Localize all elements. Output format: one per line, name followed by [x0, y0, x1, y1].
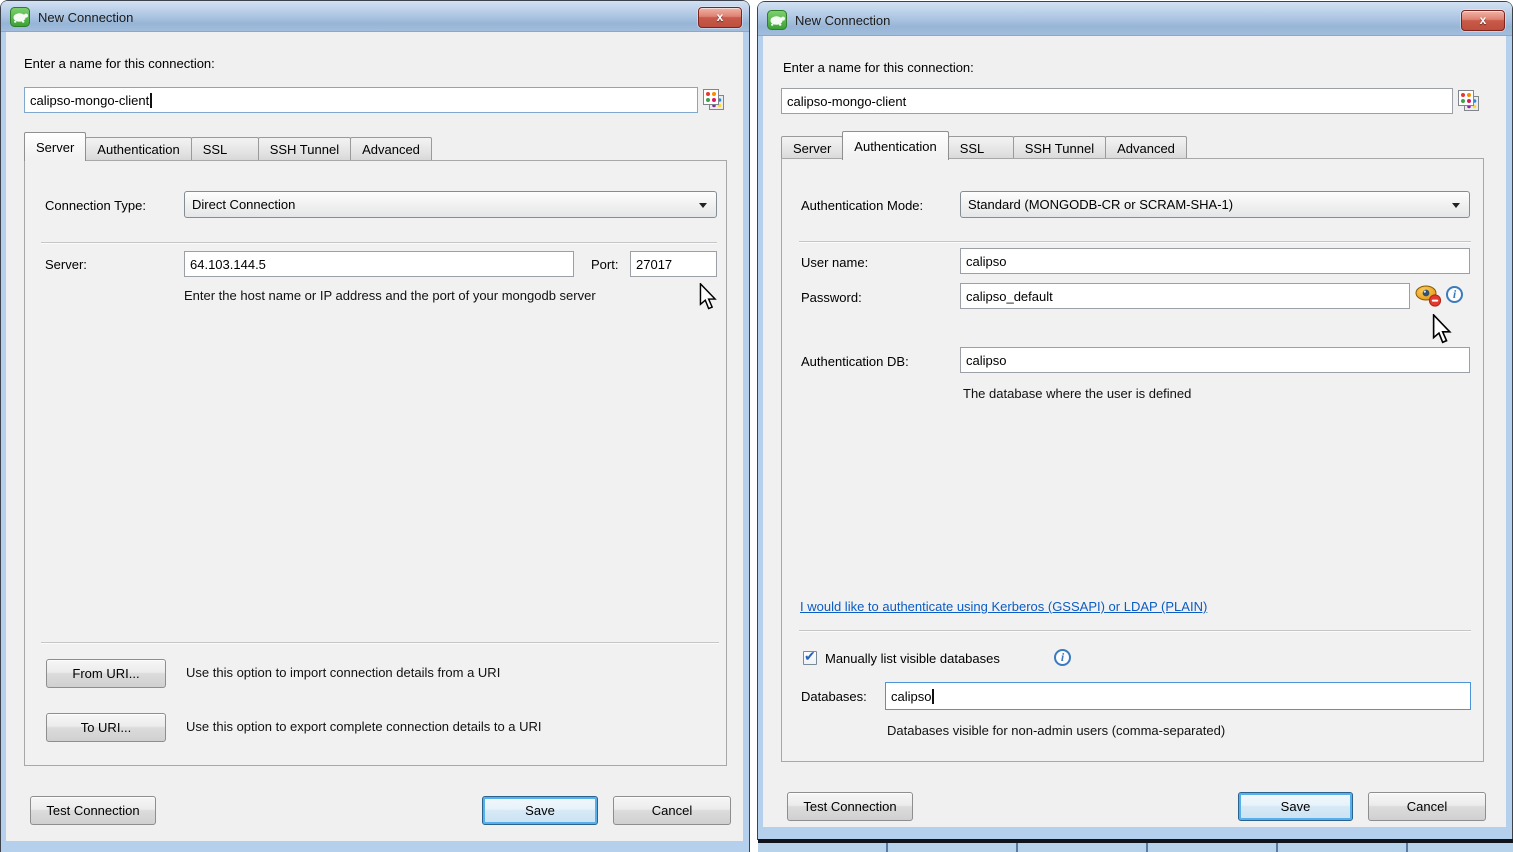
window-title: New Connection [795, 13, 890, 28]
connection-name-label: Enter a name for this connection: [783, 60, 974, 75]
port-label: Port: [591, 257, 618, 272]
mouse-pointer-icon [1432, 314, 1453, 345]
username-input[interactable] [960, 248, 1470, 274]
tab-authentication[interactable]: Authentication [842, 131, 948, 160]
port-input[interactable] [630, 251, 717, 277]
dialog-body: Enter a name for this connection: calips… [6, 32, 743, 841]
section-divider [799, 241, 1471, 242]
chevron-down-icon [1452, 203, 1460, 208]
section-divider [799, 630, 1471, 631]
from-uri-help-text: Use this option to import connection det… [186, 665, 500, 680]
tab-authentication[interactable]: Authentication [85, 137, 191, 160]
new-connection-dialog-server: New Connection x Enter a name for this c… [1, 1, 749, 852]
background-table-columns [758, 843, 1513, 852]
close-icon[interactable]: x [1461, 10, 1505, 31]
cancel-button[interactable]: Cancel [613, 796, 731, 825]
checkmark-icon: ✔ [804, 648, 816, 665]
section-divider [41, 242, 717, 243]
background-window-strip [758, 839, 1513, 852]
robomongo-turtle-icon [10, 7, 30, 27]
connection-type-label: Connection Type: [45, 198, 146, 213]
auth-db-help-text: The database where the user is defined [963, 386, 1191, 401]
dialog-body: Enter a name for this connection: calips… [763, 36, 1506, 827]
from-uri-button[interactable]: From URI... [46, 659, 166, 688]
kerberos-ldap-link[interactable]: I would like to authenticate using Kerbe… [800, 599, 1207, 614]
connection-name-label: Enter a name for this connection: [24, 56, 215, 71]
tab-ssl[interactable]: SSL [948, 136, 1014, 159]
robomongo-turtle-icon [767, 10, 787, 30]
manual-databases-checkbox[interactable]: ✔ [803, 651, 817, 665]
new-connection-dialog-authentication: New Connection x Enter a name for this c… [758, 2, 1512, 839]
tab-advanced[interactable]: Advanced [1105, 136, 1187, 159]
close-icon[interactable]: x [698, 7, 742, 28]
test-connection-button[interactable]: Test Connection [30, 796, 156, 825]
auth-mode-label: Authentication Mode: [801, 198, 923, 213]
tab-ssh-tunnel[interactable]: SSH Tunnel [258, 137, 351, 160]
password-input[interactable] [960, 283, 1410, 309]
titlebar[interactable]: New Connection x [758, 2, 1512, 36]
username-label: User name: [801, 255, 868, 270]
databases-input[interactable]: calipso [885, 682, 1471, 710]
manual-databases-label: Manually list visible databases [825, 651, 1000, 666]
window-title: New Connection [38, 10, 133, 25]
save-button[interactable]: Save [1238, 792, 1353, 821]
tab-ssh-tunnel[interactable]: SSH Tunnel [1013, 136, 1106, 159]
databases-value: calipso [891, 689, 931, 704]
connection-type-select[interactable]: Direct Connection [184, 191, 717, 218]
server-help-text: Enter the host name or IP address and th… [184, 288, 596, 303]
desktop: New Connection x Enter a name for this c… [0, 0, 1513, 852]
tab-server[interactable]: Server [24, 132, 86, 161]
titlebar[interactable]: New Connection x [1, 1, 749, 32]
tab-bar: Server Authentication SSL SSH Tunnel Adv… [24, 132, 431, 160]
auth-mode-select[interactable]: Standard (MONGODB-CR or SCRAM-SHA-1) [960, 191, 1470, 218]
connection-name-value: calipso-mongo-client [30, 93, 149, 108]
connection-name-input[interactable]: calipso-mongo-client [781, 88, 1453, 114]
authentication-tab-panel: Authentication Mode: Standard (MONGODB-C… [781, 158, 1484, 762]
info-icon[interactable]: i [1054, 649, 1071, 666]
databases-label: Databases: [801, 689, 867, 704]
info-icon[interactable]: i [1446, 286, 1463, 303]
server-label: Server: [45, 257, 87, 272]
text-caret [150, 93, 152, 108]
tab-bar: Server Authentication SSL SSH Tunnel Adv… [781, 131, 1186, 159]
server-host-input[interactable] [184, 251, 574, 277]
mouse-pointer-icon [699, 283, 718, 311]
databases-help-text: Databases visible for non-admin users (c… [887, 723, 1225, 738]
connection-color-swatch-icon[interactable] [1458, 90, 1480, 112]
section-divider [41, 642, 719, 643]
connection-type-value: Direct Connection [192, 197, 295, 212]
connection-name-input[interactable]: calipso-mongo-client [24, 87, 698, 113]
show-password-icon[interactable] [1415, 284, 1442, 307]
tab-server[interactable]: Server [781, 136, 843, 159]
test-connection-button[interactable]: Test Connection [787, 792, 913, 821]
server-tab-panel: Connection Type: Direct Connection Serve… [24, 160, 727, 766]
connection-color-swatch-icon[interactable] [703, 89, 725, 111]
auth-db-label: Authentication DB: [801, 354, 909, 369]
auth-mode-value: Standard (MONGODB-CR or SCRAM-SHA-1) [968, 197, 1233, 212]
chevron-down-icon [699, 203, 707, 208]
auth-db-input[interactable] [960, 347, 1470, 373]
text-caret [932, 689, 934, 704]
save-button[interactable]: Save [482, 796, 598, 825]
cancel-button[interactable]: Cancel [1368, 792, 1486, 821]
tab-advanced[interactable]: Advanced [350, 137, 432, 160]
connection-name-value: calipso-mongo-client [787, 94, 906, 109]
to-uri-help-text: Use this option to export complete conne… [186, 719, 542, 734]
tab-ssl[interactable]: SSL [191, 137, 259, 160]
password-label: Password: [801, 290, 862, 305]
to-uri-button[interactable]: To URI... [46, 713, 166, 742]
